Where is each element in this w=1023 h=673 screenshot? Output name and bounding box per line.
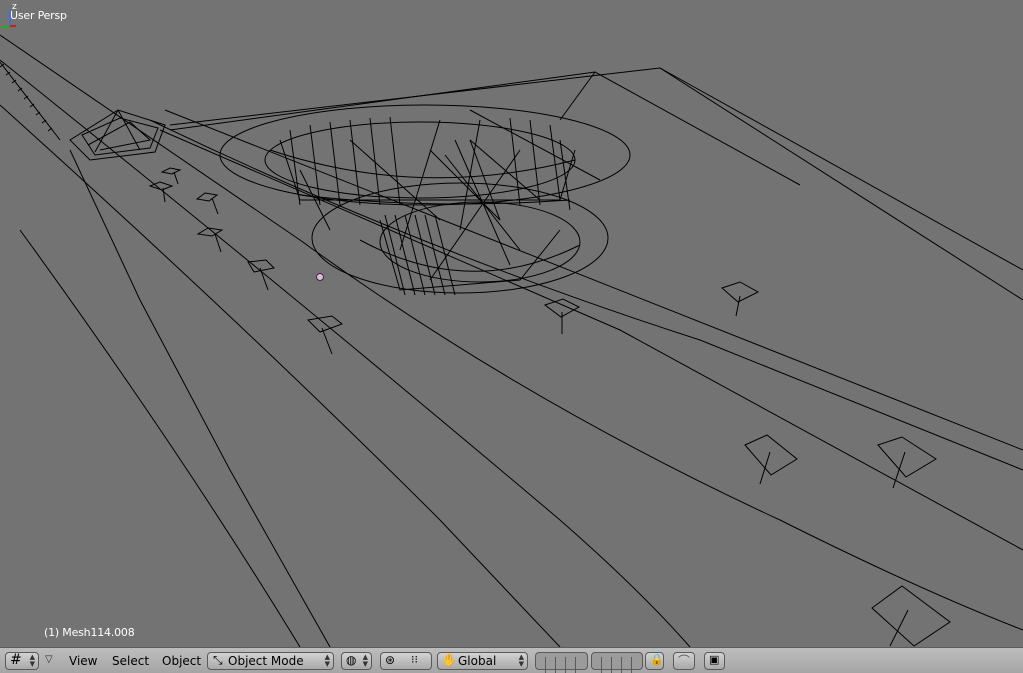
3d-viewport[interactable]: User Persp (1) Mesh114.008 z [0,0,1023,647]
axis-gizmo-icon: z [1,2,17,29]
collapse-menus-icon[interactable]: ▽ [45,654,53,665]
updown-arrows-icon: ▲ ▼ [362,653,368,668]
layer-button[interactable] [536,657,546,673]
menu-select[interactable]: Select [112,654,149,668]
lock-icon: 🔒 [650,653,664,666]
updown-arrows-icon: ▲ ▼ [324,653,330,668]
wireframe-sphere-icon: ◍ [346,653,357,667]
render-image-icon: ▣ [709,653,720,666]
orientation-label: Global [458,654,497,668]
updown-arrows-icon: ▲ ▼ [518,653,524,668]
layer-button[interactable] [612,657,622,673]
pivot-manipulator-group[interactable]: ⊛ ⁝⁝ [380,652,432,670]
layer-buttons-a[interactable] [535,652,588,673]
transform-orientation-selector[interactable]: ✋ Global ▲ ▼ [437,652,528,670]
object-mode-icon: ⤡ [213,653,223,667]
updown-arrows-icon: ▲ ▼ [29,653,35,668]
snap-icon: ⌒ [678,654,691,668]
layer-button[interactable] [602,657,612,673]
menu-view[interactable]: View [69,654,97,668]
render-image-button[interactable]: ▣ [704,652,725,670]
pivot-point-icon: ⊛ [385,653,396,667]
manipulator-icon: ⁝⁝ [411,653,418,666]
hand-icon: ✋ [442,653,457,667]
layer-button[interactable] [622,657,632,673]
editor-type-button[interactable]: # ▲ ▼ [5,652,39,670]
3d-cursor[interactable] [316,273,324,281]
menu-object[interactable]: Object [162,654,201,668]
umbrella-group [148,167,951,647]
layer-buttons-b[interactable] [591,652,643,673]
mode-selector[interactable]: ⤡ Object Mode ▲ ▼ [207,652,334,670]
axis-label: z [12,2,17,12]
layer-button[interactable] [556,657,566,673]
lock-layers-button[interactable]: 🔒 [645,652,664,670]
layer-button[interactable] [566,657,576,673]
wireframe-scene [0,34,1023,647]
layer-button[interactable] [592,657,602,673]
mode-label: Object Mode [228,654,304,668]
snap-button[interactable]: ⌒ [673,652,695,670]
layer-button[interactable] [546,657,556,673]
viewport-shading-button[interactable]: ◍ ▲ ▼ [341,652,372,670]
grid-editor-icon: # [10,652,22,668]
active-object-label: (1) Mesh114.008 [44,626,135,639]
viewport-header: # ▲ ▼ ▽ View Select Object ⤡ Object Mode … [0,647,1023,673]
